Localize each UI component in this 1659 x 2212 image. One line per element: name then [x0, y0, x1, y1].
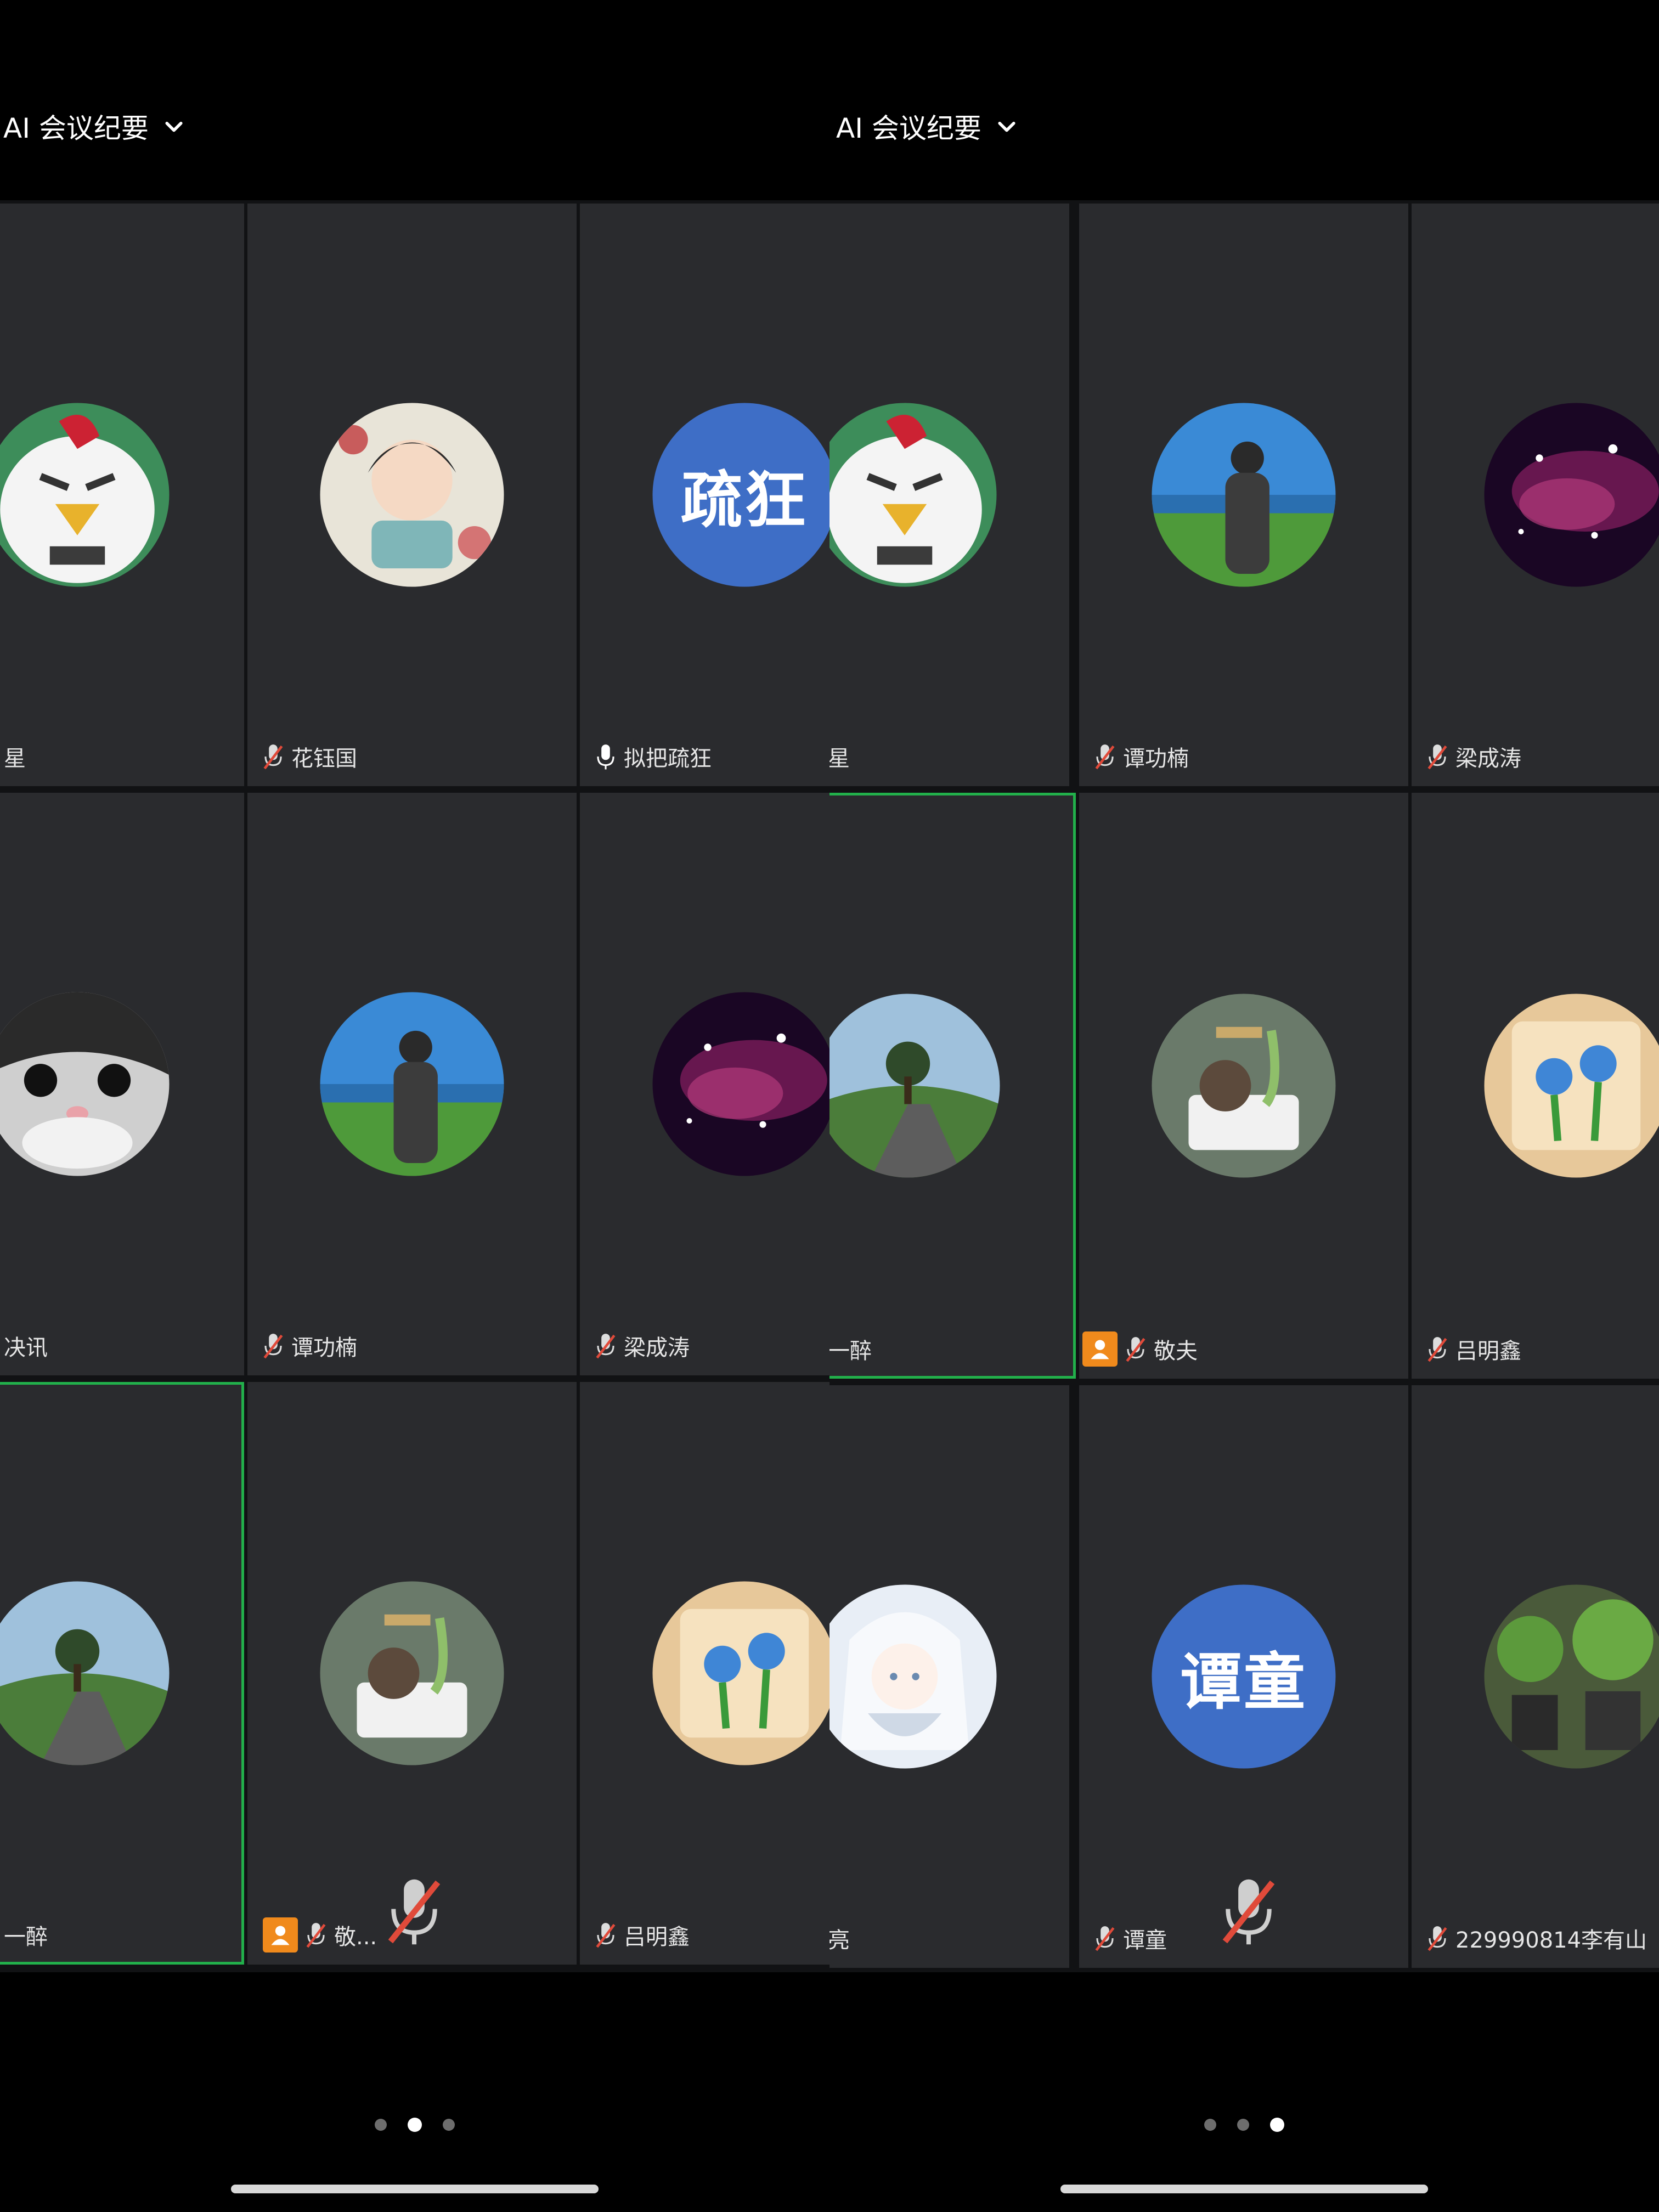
host-badge-icon: [263, 1917, 298, 1953]
host-badge-icon: [1082, 1331, 1118, 1367]
anime-girl-icon: [830, 1584, 997, 1769]
participant-tile[interactable]: 谭功楠: [247, 793, 577, 1375]
participant-name: 敬夫: [1154, 1339, 1198, 1364]
mic-muted-icon: [388, 1879, 441, 1945]
participant-name: 敬...: [334, 1925, 377, 1950]
home-indicator[interactable]: [231, 2185, 599, 2193]
meeting-screen-right: AI 会议纪要 星 谭功楠 梁成涛 一醉 敬夫 吕明鑫 亮 谭童 谭童 2299…: [830, 0, 1659, 2212]
participant-name: 谭童: [1123, 1928, 1167, 1953]
participant-tile[interactable]: 吕明鑫: [580, 1382, 830, 1965]
participant-name: 一醉: [4, 1925, 48, 1950]
bird-mascot-icon: [0, 403, 170, 587]
mic-muted-icon: [306, 1921, 326, 1949]
page-dot[interactable]: [375, 2119, 387, 2131]
flower-card-icon: [1484, 994, 1659, 1178]
page-dot-active[interactable]: [408, 2118, 422, 2132]
participant-tile[interactable]: 梁成涛: [580, 793, 830, 1375]
home-indicator[interactable]: [1060, 2185, 1428, 2193]
page-indicator[interactable]: [375, 2118, 455, 2132]
video-grid: 星 谭功楠 梁成涛 一醉 敬夫 吕明鑫 亮 谭童 谭童 229990814李有山: [830, 200, 1659, 1972]
page-dot[interactable]: [1204, 2119, 1216, 2131]
participant-name: 谭功楠: [1123, 746, 1189, 771]
mic-muted-icon: [1094, 1925, 1115, 1952]
mic-muted-icon: [263, 743, 284, 770]
participant-name: 星: [830, 746, 850, 771]
bottom-bar: [0, 1972, 830, 2212]
galaxy-icon: [1484, 403, 1659, 587]
participant-tile[interactable]: 谭功楠: [1079, 204, 1408, 786]
participant-tile[interactable]: 梁成涛: [1412, 204, 1659, 786]
plant-pot-icon: [1152, 994, 1336, 1178]
participant-tile[interactable]: 疏狂 拟把疏狂: [580, 204, 830, 786]
flower-card-icon: [652, 1581, 830, 1765]
page-dot[interactable]: [443, 2119, 455, 2131]
person-landscape-icon: [1152, 403, 1336, 587]
meeting-title: AI 会议纪要: [836, 112, 981, 144]
participant-tile[interactable]: 花钰国: [247, 204, 577, 786]
cat-face-icon: [0, 992, 170, 1176]
mic-muted-icon: [1222, 1879, 1275, 1945]
mic-muted-icon: [595, 1921, 616, 1949]
participant-name: 吕明鑫: [1455, 1339, 1521, 1364]
participant-tile[interactable]: 229990814李有山: [1412, 1385, 1659, 1968]
participant-tile-active-speaker[interactable]: 一醉: [0, 1382, 244, 1965]
participant-name: 梁成涛: [624, 1335, 690, 1361]
person-landscape-icon: [320, 992, 504, 1176]
bird-mascot-icon: [830, 403, 997, 587]
participant-name: 229990814李有山: [1455, 1928, 1647, 1953]
tree-road-icon: [830, 994, 1000, 1178]
participant-name: 一醉: [830, 1339, 872, 1364]
mute-toggle-button[interactable]: [384, 1874, 444, 1950]
text-avatar: 疏狂: [652, 403, 830, 587]
mic-muted-icon: [1125, 1335, 1146, 1363]
participant-name: 亮: [830, 1928, 850, 1953]
meeting-title-button[interactable]: AI 会议纪要: [3, 104, 186, 148]
participant-tile[interactable]: 星: [830, 204, 1069, 786]
participant-name: 决讯: [4, 1335, 48, 1361]
mute-toggle-button[interactable]: [1218, 1874, 1279, 1950]
video-grid: 星 花钰国 疏狂 拟把疏狂 决讯 谭功楠 梁成涛 一醉 敬... 吕明鑫: [0, 200, 830, 1972]
top-bar: AI 会议纪要: [830, 0, 1659, 200]
participant-name: 梁成涛: [1455, 746, 1521, 771]
page-dot-active[interactable]: [1270, 2118, 1284, 2132]
text-avatar: 谭童: [1152, 1584, 1336, 1769]
meeting-screen-left: AI 会议纪要 星 花钰国 疏狂 拟把疏狂 决讯 谭功楠 梁成涛 一醉 敬...…: [0, 0, 830, 2212]
chevron-down-icon: [162, 114, 186, 138]
galaxy-icon: [652, 992, 830, 1176]
participant-name: 花钰国: [291, 746, 357, 771]
participant-tile[interactable]: 星: [0, 204, 244, 786]
participant-tile-active-speaker[interactable]: 一醉: [830, 793, 1076, 1379]
anime-boy-icon: [320, 403, 504, 587]
mic-muted-icon: [1427, 1925, 1448, 1952]
mic-muted-icon: [1094, 743, 1115, 770]
plants-photo-icon: [1484, 1584, 1659, 1769]
top-bar: AI 会议纪要: [0, 0, 830, 200]
participant-tile[interactable]: 亮: [830, 1385, 1069, 1968]
meeting-title: AI 会议纪要: [3, 112, 149, 144]
page-indicator[interactable]: [1204, 2118, 1284, 2132]
mic-muted-icon: [1427, 1335, 1448, 1363]
participant-tile[interactable]: 敬夫: [1079, 793, 1408, 1379]
meeting-title-button[interactable]: AI 会议纪要: [836, 104, 1019, 148]
mic-muted-icon: [263, 1332, 284, 1359]
chevron-down-icon: [995, 114, 1019, 138]
mic-on-icon: [595, 743, 616, 770]
participant-name: 谭功楠: [291, 1335, 357, 1361]
mic-muted-icon: [595, 1332, 616, 1359]
plant-pot-icon: [320, 1581, 504, 1765]
participant-tile[interactable]: 决讯: [0, 793, 244, 1375]
mic-muted-icon: [1427, 743, 1448, 770]
page-dot[interactable]: [1237, 2119, 1249, 2131]
participant-tile[interactable]: 吕明鑫: [1412, 793, 1659, 1379]
participant-name: 星: [4, 746, 26, 771]
bottom-bar: [830, 1972, 1659, 2212]
tree-road-icon: [0, 1581, 170, 1765]
participant-name: 拟把疏狂: [624, 746, 712, 771]
participant-name: 吕明鑫: [624, 1925, 690, 1950]
